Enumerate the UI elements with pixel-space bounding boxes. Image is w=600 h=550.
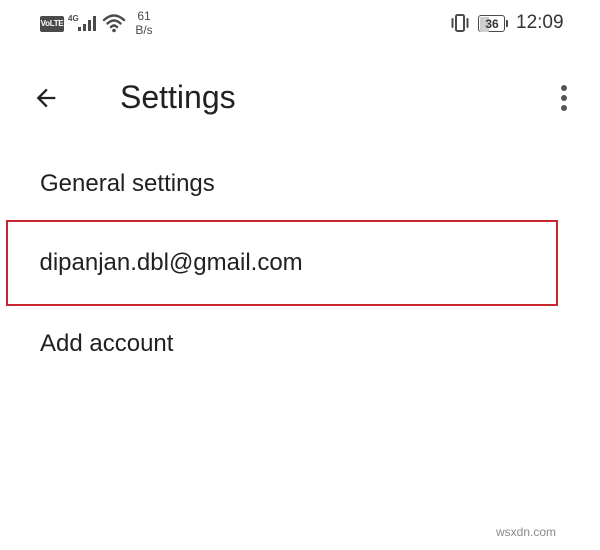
network-speed: 61 B/s — [133, 9, 155, 37]
watermark: wsxdn.com — [496, 525, 557, 539]
general-settings-label: General settings — [40, 170, 215, 197]
battery-percent: 36 — [485, 17, 499, 31]
page-title: Settings — [120, 79, 236, 115]
account-item[interactable]: dipanjan.dbl@gmail.com — [6, 220, 558, 306]
wifi-icon — [102, 14, 126, 33]
add-account-item[interactable]: Add account — [6, 304, 558, 384]
more-vert-icon — [561, 85, 567, 111]
signal-icon — [78, 16, 96, 31]
add-account-label: Add account — [40, 330, 174, 357]
network-speed-value: 61 — [137, 9, 151, 23]
app-bar: Settings — [0, 58, 600, 136]
status-bar: VoLTE 4G 61 B/s 36 12:09 — [0, 0, 600, 50]
general-settings-item[interactable]: General settings — [6, 144, 558, 224]
back-button[interactable] — [24, 76, 68, 120]
more-options-button[interactable] — [546, 76, 582, 120]
clock: 12:09 — [516, 12, 564, 33]
vibrate-icon — [451, 14, 469, 32]
settings-screen: VoLTE 4G 61 B/s 36 12:09 Settings Genera… — [0, 0, 600, 550]
battery-icon: 36 — [478, 15, 508, 32]
volte-badge: VoLTE — [40, 16, 64, 32]
battery-tip — [506, 20, 508, 27]
account-email-label: dipanjan.dbl@gmail.com — [39, 249, 303, 276]
arrow-back-icon — [36, 88, 56, 108]
network-speed-unit: B/s — [135, 23, 153, 37]
